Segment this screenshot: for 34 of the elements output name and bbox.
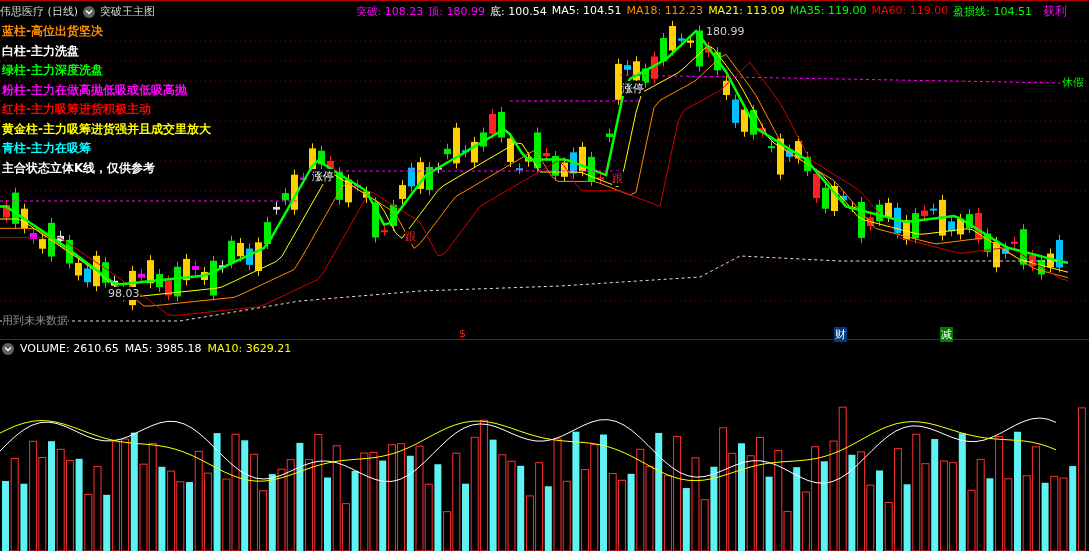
chart-label: 涨停 (312, 169, 334, 184)
event-marker[interactable]: $ (458, 327, 467, 340)
chart-label: 跟 (612, 171, 623, 186)
profit-label: 获利 (1043, 3, 1067, 20)
chart-label: 跟 (405, 229, 416, 244)
volume-indicator: MA5: 3985.18 (124, 342, 202, 355)
legend-item: 黄金柱-主力吸筹进货强并且成交里放大 (2, 120, 211, 138)
indicator-value: 盈损线: 104.51 (953, 4, 1032, 19)
dropdown-icon[interactable] (2, 342, 14, 355)
indicator-value: 底: 100.54 (489, 4, 547, 19)
indicator-value: 突破: 108.23 (355, 4, 424, 19)
indicator-value: MA18: 112.23 (626, 4, 704, 19)
indicator-name[interactable]: 突破王主图 (100, 4, 156, 19)
indicator-value: MA60: 119.00 (871, 4, 949, 19)
legend-item: 主合状态立体K线，仅供参考 (2, 159, 156, 177)
chart-label: 休假 (1062, 75, 1084, 90)
chart-label: 180.99 (706, 25, 745, 38)
volume-value: VOLUME: 2610.65 (20, 342, 119, 355)
indicator-value: 顶: 180.99 (428, 4, 485, 19)
legend-item: 粉柱-主力在做高抛低吸或低吸高抛 (2, 81, 187, 99)
volume-indicator: MA10: 3629.21 (207, 342, 292, 355)
legend-item: 蓝柱-高位出货坚决 (2, 23, 103, 41)
event-marker[interactable]: 减 (940, 327, 953, 342)
indicator-value: MA5: 104.51 (551, 4, 622, 19)
indicator-value: MA21: 113.09 (708, 4, 785, 19)
indicator-value: MA35: 119.00 (789, 4, 867, 19)
chart-label: 98.03 (108, 287, 140, 300)
stock-title: 伟思医疗 (日线) (0, 4, 79, 19)
chart-label: 用到未来数据 (2, 313, 68, 328)
event-marker[interactable]: 财 (834, 327, 847, 342)
legend-item: 红柱-主力吸筹进货积极主动 (2, 101, 151, 119)
chart-label: 涨停 (622, 81, 644, 96)
dropdown-icon[interactable] (83, 5, 96, 18)
legend-item: 白柱-主力洗盘 (2, 42, 79, 60)
